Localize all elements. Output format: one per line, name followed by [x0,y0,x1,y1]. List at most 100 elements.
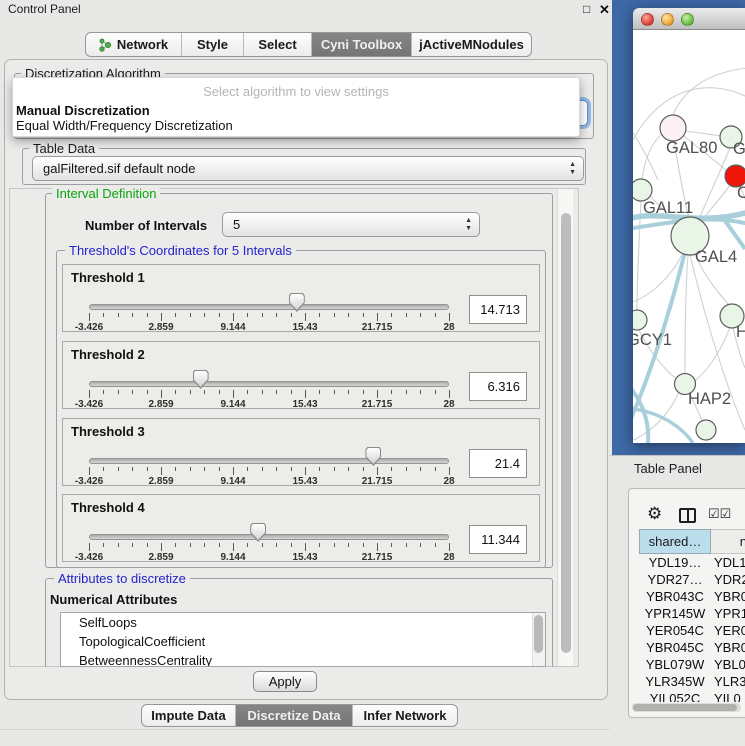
attribute-item[interactable]: TopologicalCoefficient [61,632,545,651]
threshold-1-value-input[interactable] [469,295,527,324]
tab-infer-network[interactable]: Infer Network [352,705,457,726]
gear-icon[interactable]: ⚙ [647,504,662,524]
table-cell[interactable]: YDL1 [714,555,745,570]
column-header-shared-name[interactable]: shared… [639,529,711,554]
stepper-arrows-icon: ▲▼ [465,217,472,233]
settings-scrollbar[interactable] [557,189,573,666]
tab-network[interactable]: Network [86,33,181,56]
table-row[interactable]: YBR045CYBR0 [639,640,745,657]
table-cell[interactable]: YLR345W [639,674,711,689]
close-traffic-light-icon[interactable] [641,13,654,26]
threshold-1-slider[interactable]: -3.4262.8599.14415.4321.71528 [63,265,539,331]
checkbox-columns-icon[interactable]: ☑☑ [708,506,731,522]
node-gcy1[interactable] [633,310,647,330]
table-cell[interactable]: YBR0 [714,589,745,604]
table-cell[interactable]: YDL19… [639,555,711,570]
table-cell[interactable]: YBL0 [714,657,745,672]
node-label-gal80: GAL80 [666,139,717,157]
scrollbar-thumb[interactable] [534,615,543,653]
attribute-item[interactable]: BetweennessCentrality [61,651,545,667]
num-intervals-combobox[interactable]: 5 ▲▼ [222,212,480,237]
split-table-icon[interactable] [679,508,696,523]
node-gal11[interactable] [633,179,652,201]
threshold-4-slider[interactable]: -3.4262.8599.14415.4321.71528 [63,495,539,561]
apply-button[interactable]: Apply [253,671,317,692]
attribute-items: SelfLoopsTopologicalCoefficientBetweenne… [61,613,545,667]
node-table-body: YDL19…YDL1YDR27…YDR2YBR043CYBR0YPR145WYP… [639,555,745,702]
network-window: GAL80 GA C GAL11 GAL4 GCY1 H HAP2 [633,8,745,443]
table-hscrollbar[interactable] [632,703,741,712]
network-canvas[interactable]: GAL80 GA C GAL11 GAL4 GCY1 H HAP2 [633,30,745,443]
table-cell[interactable]: YIL052C [639,691,711,702]
slider-thumb[interactable] [289,293,305,312]
combobox-value: galFiltered.sif default node [43,161,195,176]
column-header-name[interactable]: n [711,529,745,554]
attribute-item[interactable]: SelfLoops [61,613,545,632]
tab-select[interactable]: Select [243,33,311,56]
fieldset-legend: Attributes to discretize [54,572,190,586]
algorithm-option-manual[interactable]: Manual Discretization [16,103,150,118]
algorithm-dropdown-popup: Select algorithm to view settings Manual… [12,77,580,137]
table-cell[interactable]: YPR145W [639,606,711,621]
numerical-attributes-list[interactable]: SelfLoopsTopologicalCoefficientBetweenne… [60,612,546,667]
cyni-mode-tabs: Impute Data Discretize Data Infer Networ… [141,704,458,727]
table-cell[interactable]: YDR27… [639,572,711,587]
table-cell[interactable]: YBR045C [639,640,711,655]
number-of-intervals-label: Number of Intervals [85,218,207,233]
table-cell[interactable]: YBR043C [639,589,711,604]
tab-jactivemnodules[interactable]: jActiveMNodules [411,33,531,56]
minimize-traffic-light-icon[interactable] [661,13,674,26]
tab-label: Network [117,37,168,52]
stepper-arrows-icon: ▲▼ [569,161,576,177]
zoom-traffic-light-icon[interactable] [681,13,694,26]
table-row[interactable]: YDR27…YDR2 [639,572,745,589]
tab-style[interactable]: Style [181,33,243,56]
threshold-1-panel: Threshold 1 -3.4262.8599.14415.4321.7152… [62,264,540,332]
table-cell[interactable]: YER054C [639,623,711,638]
threshold-3-slider[interactable]: -3.4262.8599.14415.4321.71528 [63,419,539,485]
algorithm-option-equal-width[interactable]: Equal Width/Frequency Discretization [16,118,233,133]
table-cell[interactable]: YBL079W [639,657,711,672]
network-window-titlebar[interactable] [633,8,745,30]
node[interactable] [696,420,716,440]
list-scrollbar[interactable] [532,613,545,666]
table-row[interactable]: YBR043CYBR0 [639,589,745,606]
table-cell[interactable]: YDR2 [714,572,745,587]
slider-thumb[interactable] [193,370,209,389]
scrollbar-thumb[interactable] [633,704,737,711]
table-row[interactable]: YBL079WYBL0 [639,657,745,674]
tab-label: Style [197,37,228,52]
threshold-4-value-input[interactable] [469,525,527,554]
node-label-clipped: C [737,184,745,202]
scrollbar-thumb[interactable] [561,213,571,653]
tab-discretize-data[interactable]: Discretize Data [235,705,352,726]
tab-impute-data[interactable]: Impute Data [142,705,235,726]
fieldset-legend: Interval Definition [52,187,160,201]
table-row[interactable]: YLR345WYLR3 [639,674,745,691]
fieldset-legend: Threshold's Coordinates for 5 Intervals [65,244,296,258]
control-panel-title: Control Panel [8,2,81,16]
threshold-3-value-input[interactable] [469,449,527,478]
table-cell[interactable]: YLR3 [714,674,745,689]
numerical-attributes-label: Numerical Attributes [50,592,177,607]
slider-tick-labels: -3.4262.8599.14415.4321.71528 [89,552,449,563]
tab-label: Impute Data [151,708,225,723]
table-cell[interactable]: YER0 [714,623,745,638]
float-window-icon[interactable]: □ [583,2,590,16]
table-data-combobox[interactable]: galFiltered.sif default node ▲▼ [32,156,584,181]
tab-cyni-toolbox[interactable]: Cyni Toolbox [311,33,411,56]
threshold-2-value-input[interactable] [469,372,527,401]
table-row[interactable]: YIL052CYIL0 [639,691,745,702]
slider-thumb[interactable] [365,447,381,466]
table-row[interactable]: YPR145WYPR1 [639,606,745,623]
table-cell[interactable]: YIL0 [714,691,745,702]
combobox-value: 5 [233,217,240,232]
close-panel-icon[interactable]: ✕ [599,2,610,18]
slider-thumb[interactable] [250,523,266,542]
table-row[interactable]: YDL19…YDL1 [639,555,745,572]
node-gal80[interactable] [660,115,686,141]
table-cell[interactable]: YPR1 [714,606,745,621]
table-row[interactable]: YER054CYER0 [639,623,745,640]
threshold-2-slider[interactable]: -3.4262.8599.14415.4321.71528 [63,342,539,408]
table-cell[interactable]: YBR0 [714,640,745,655]
